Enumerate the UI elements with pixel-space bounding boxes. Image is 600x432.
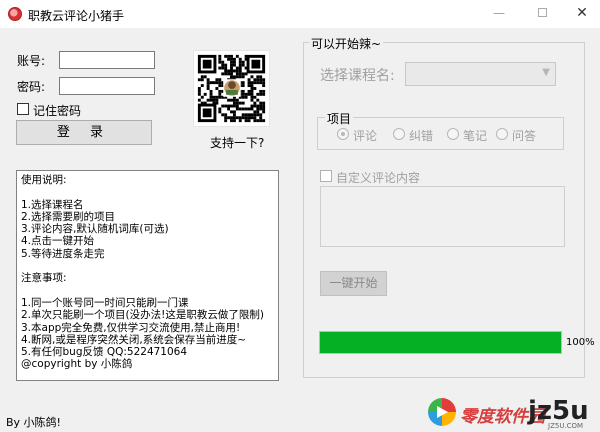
radio-correction-label: 纠错 [409,129,434,143]
maximize-icon [537,8,547,17]
custom-comment-checkbox[interactable] [320,170,332,182]
radio-note-label: 笔记 [463,129,488,143]
radio-qa-label: 问答 [512,129,537,143]
support-caption: 支持一下? [210,136,265,150]
custom-comment-textarea[interactable] [320,186,565,247]
app-window: 职教云评论小猪手 — ✕ 账号: 密码: 记住密码 登 录 支持一下? 使用说明… [0,0,600,432]
chevron-down-icon: ▼ [542,67,550,78]
app-logo-icon [8,7,22,21]
account-label: 账号: [17,54,46,68]
course-label: 选择课程名: [320,68,395,84]
radio-qa[interactable] [496,128,508,140]
maximize-button[interactable] [535,6,549,20]
start-button[interactable]: 一键开始 [320,271,387,296]
radio-comment-label: 评论 [353,129,378,143]
window-title: 职教云评论小猪手 [28,9,125,23]
project-group-title: 项目 [325,110,354,127]
radio-note[interactable] [447,128,459,140]
instructions-textbox[interactable]: 使用说明: 1.选择课程名 2.选择需要刷的项目 3.评论内容,默认随机词库(可… [16,170,279,381]
password-input[interactable] [59,77,155,95]
account-input[interactable] [59,51,155,69]
main-group-title: 可以开始辣~ [309,35,384,52]
remember-password-label: 记住密码 [33,104,82,118]
password-label: 密码: [17,80,46,94]
watermark: 零度软件园 jz5u JZ5U.COM [428,396,600,432]
play-logo-icon [428,398,456,426]
radio-comment[interactable] [337,128,349,140]
minimize-button[interactable]: — [492,6,506,20]
title-bar: 职教云评论小猪手 — ✕ [0,0,600,28]
progress-bar-fill [320,332,561,353]
custom-comment-label: 自定义评论内容 [336,171,421,185]
status-bar-text: By 小陈鸽! [6,416,61,429]
watermark-url: JZ5U.COM [548,422,584,430]
progress-percent: 100% [566,337,595,348]
progress-bar [319,331,562,354]
radio-correction[interactable] [393,128,405,140]
course-select[interactable]: ▼ [405,62,556,86]
qr-code-image [193,50,270,127]
remember-password-checkbox[interactable] [17,103,29,115]
login-button[interactable]: 登 录 [16,120,152,145]
close-button[interactable]: ✕ [575,6,589,20]
